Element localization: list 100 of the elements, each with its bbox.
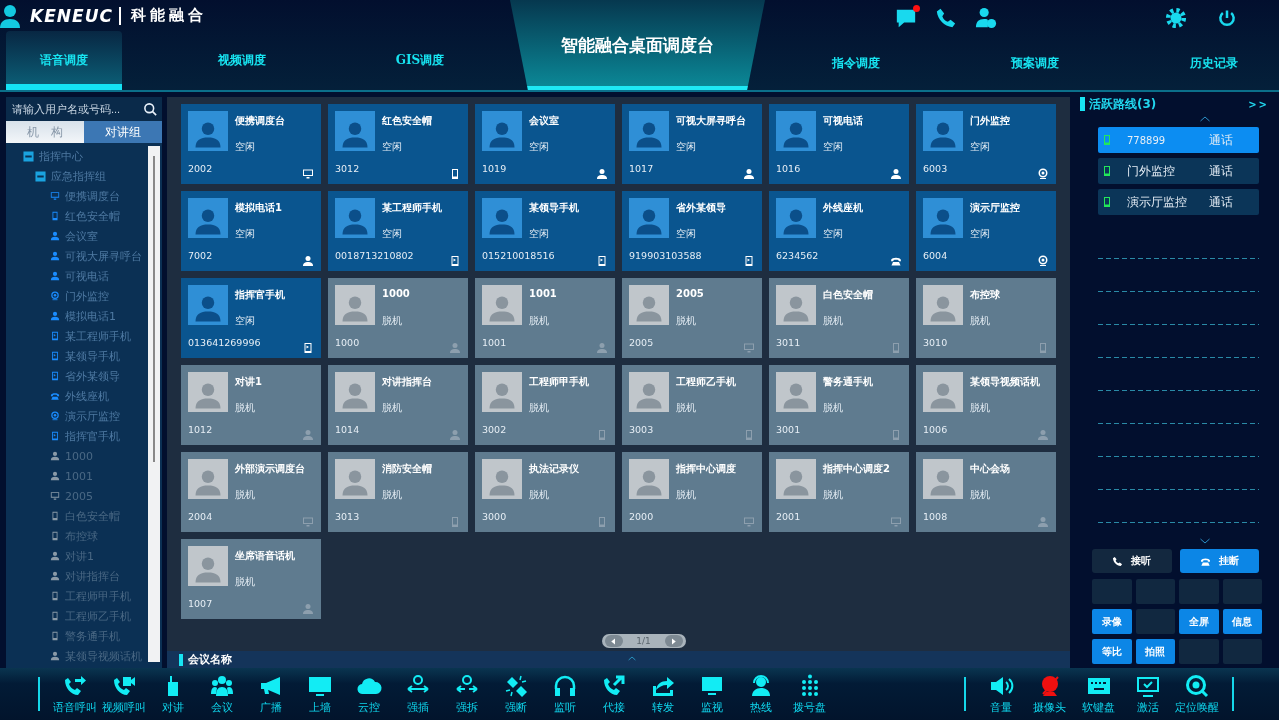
tree-item[interactable]: 门外监控 — [6, 286, 148, 306]
left-triangle-icon[interactable] — [609, 636, 618, 646]
contact-card[interactable]: 某领导视频话机 脱机 1006 — [916, 365, 1056, 445]
locate-icon[interactable] — [1183, 673, 1210, 698]
contact-card[interactable]: 某领导手机 空闲 015210018516 — [475, 191, 615, 271]
function-button[interactable]: 信息 — [1222, 609, 1262, 634]
toolbar-button[interactable]: 强断 — [491, 673, 540, 715]
user-clock-icon[interactable] — [975, 7, 997, 29]
tree-item[interactable]: 某领导手机 — [6, 346, 148, 366]
toolbar-button[interactable]: 对讲 — [148, 673, 197, 715]
toolbar-button[interactable]: 代接 — [589, 673, 638, 715]
panel-tab[interactable]: 机 构 — [6, 121, 84, 143]
answer-button[interactable]: 接听 — [1092, 549, 1172, 573]
tree-item[interactable]: 外线座机 — [6, 386, 148, 406]
tree-item[interactable]: 省外某领导 — [6, 366, 148, 386]
contact-card[interactable]: 演示厅监控 空闲 6004 — [916, 191, 1056, 271]
user-icon[interactable] — [0, 3, 20, 28]
tree-group[interactable]: 指挥中心 — [39, 148, 83, 164]
contact-card[interactable]: 门外监控 空闲 6003 — [916, 104, 1056, 184]
tree-item[interactable]: 可视电话 — [6, 266, 148, 286]
contact-card[interactable]: 警务通手机 脱机 3001 — [769, 365, 909, 445]
contact-card[interactable]: 便携调度台 空闲 2002 — [181, 104, 321, 184]
contact-card[interactable]: 某工程师手机 空闲 0018713210802 — [328, 191, 468, 271]
toolbar-button[interactable]: 监听 — [540, 673, 589, 715]
contact-card[interactable]: 模拟电话1 空闲 7002 — [181, 191, 321, 271]
tree-group[interactable]: 应急指挥组 — [51, 168, 106, 184]
contact-card[interactable]: 布控球 脱机 3010 — [916, 278, 1056, 358]
contact-card[interactable]: 可视大屏寻呼台 空闲 1017 — [622, 104, 762, 184]
tree-item[interactable]: 演示厅监控 — [6, 406, 148, 426]
toolbar-button[interactable]: 广播 — [246, 673, 295, 715]
search-icon[interactable] — [143, 101, 158, 117]
toolbar-button[interactable]: 监视 — [687, 673, 736, 715]
chevron-up-icon[interactable] — [625, 654, 639, 663]
group-icon[interactable] — [208, 673, 235, 698]
contact-card[interactable]: 消防安全帽 脱机 3013 — [328, 452, 468, 532]
search-field[interactable]: 请输入用户名或号码... — [6, 97, 162, 121]
settings-icon[interactable] — [1165, 7, 1187, 29]
tree-item[interactable]: 1001 — [6, 466, 148, 486]
toolbar-button[interactable]: 会议 — [197, 673, 246, 715]
contact-card[interactable]: 指挥中心调度2 脱机 2001 — [769, 452, 909, 532]
expand-link[interactable]: >> — [1248, 98, 1269, 110]
contact-card[interactable]: 工程师乙手机 脱机 3003 — [622, 365, 762, 445]
function-button[interactable]: 拍照 — [1135, 639, 1175, 664]
toolbar-button[interactable]: 视频呼叫 — [99, 673, 148, 715]
next-page-button[interactable] — [664, 635, 683, 647]
toolbar-button[interactable]: 上墙 — [295, 673, 344, 715]
toolbar-button[interactable]: 激活 — [1123, 673, 1172, 715]
nav-tab[interactable]: 指令调度 — [798, 36, 914, 90]
tree-item[interactable]: 2005 — [6, 486, 148, 506]
scrollbar[interactable] — [148, 146, 160, 662]
toolbar-button[interactable]: 定位唤醒 — [1172, 673, 1221, 715]
toolbar-button[interactable]: 强插 — [393, 673, 442, 715]
contact-card[interactable]: 外线座机 空闲 6234562 — [769, 191, 909, 271]
contact-card[interactable]: 可视电话 空闲 1016 — [769, 104, 909, 184]
tree-item[interactable]: 警务通手机 — [6, 626, 148, 646]
nav-tab[interactable]: 预案调度 — [977, 36, 1093, 90]
contact-card[interactable]: 1001 脱机 1001 — [475, 278, 615, 358]
toolbar-button[interactable]: 强拆 — [442, 673, 491, 715]
right-triangle-icon[interactable] — [669, 636, 678, 646]
contact-card[interactable]: 执法记录仪 脱机 3000 — [475, 452, 615, 532]
toolbar-button[interactable]: 转发 — [638, 673, 687, 715]
contact-card[interactable]: 会议室 空闲 1019 — [475, 104, 615, 184]
previous-page-button[interactable] — [604, 635, 623, 647]
contact-card[interactable]: 指挥官手机 空闲 013641269996 — [181, 278, 321, 358]
toolbar-button[interactable]: 音量 — [976, 673, 1025, 715]
contact-card[interactable]: 工程师甲手机 脱机 3002 — [475, 365, 615, 445]
power-icon[interactable] — [1217, 8, 1237, 28]
toolbar-button[interactable]: 语音呼叫 — [50, 673, 99, 715]
nav-tab[interactable]: GIS调度 — [362, 31, 478, 90]
function-button[interactable]: 等比 — [1092, 639, 1132, 664]
collapse-icon[interactable] — [35, 170, 46, 182]
hang-up-button[interactable]: 挂断 — [1179, 549, 1259, 573]
tree-item[interactable]: 某工程师手机 — [6, 326, 148, 346]
phone-icon[interactable] — [935, 7, 957, 29]
contact-card[interactable]: 红色安全帽 空闲 3012 — [328, 104, 468, 184]
contact-card[interactable]: 中心会场 脱机 1008 — [916, 452, 1056, 532]
contact-card[interactable]: 对讲1 脱机 1012 — [181, 365, 321, 445]
nav-tab[interactable]: 历史记录 — [1156, 36, 1272, 90]
collapse-icon[interactable] — [23, 150, 34, 162]
function-button[interactable]: 全屏 — [1179, 609, 1219, 634]
tree-item[interactable]: 可视大屏寻呼台 — [6, 246, 148, 266]
contact-card[interactable]: 外部演示调度台 脱机 2004 — [181, 452, 321, 532]
tree-item[interactable]: 会议室 — [6, 226, 148, 246]
toolbar-button[interactable]: 云控 — [344, 673, 393, 715]
nav-tab[interactable]: 视频调度 — [184, 31, 300, 90]
chat-icon[interactable] — [895, 7, 917, 29]
contact-card[interactable]: 坐席语音话机 脱机 1007 — [181, 539, 321, 619]
tree-item[interactable]: 模拟电话1 — [6, 306, 148, 326]
tree-item[interactable]: 1000 — [6, 446, 148, 466]
contact-card[interactable]: 白色安全帽 脱机 3011 — [769, 278, 909, 358]
toolbar-button[interactable]: 拨号盘 — [785, 673, 834, 715]
tree-item[interactable]: 便携调度台 — [6, 186, 148, 206]
contact-card[interactable]: 对讲指挥台 脱机 1014 — [328, 365, 468, 445]
nav-tab[interactable]: 语音调度 — [6, 31, 122, 90]
panel-tab[interactable]: 对讲组 — [84, 121, 162, 143]
function-button[interactable]: 录像 — [1092, 609, 1132, 634]
contact-card[interactable]: 2005 脱机 2005 — [622, 278, 762, 358]
contact-card[interactable]: 省外某领导 空闲 919903103588 — [622, 191, 762, 271]
contact-card[interactable]: 1000 脱机 1000 — [328, 278, 468, 358]
tree-item[interactable]: 红色安全帽 — [6, 206, 148, 226]
